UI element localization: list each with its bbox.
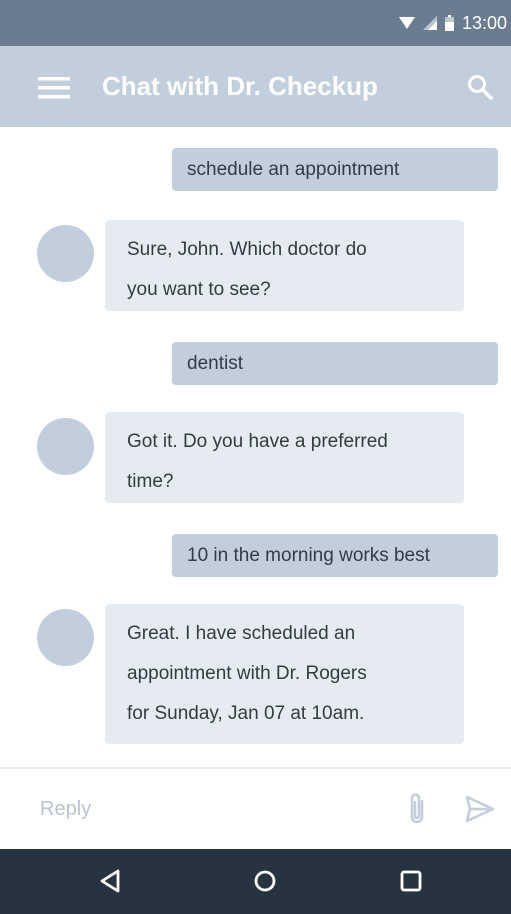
- bot-message-line: appointment with Dr. Rogers: [127, 663, 367, 684]
- bot-message-line: Great. I have scheduled an: [127, 623, 356, 644]
- home-icon[interactable]: [248, 864, 282, 898]
- bot-message: Got it. Do you have a preferred time?: [105, 412, 464, 503]
- bot-message-line: you want to see?: [127, 279, 271, 300]
- wifi-icon: [398, 17, 415, 29]
- recents-icon[interactable]: [394, 864, 428, 898]
- user-message: 10 in the morning works best: [172, 534, 498, 577]
- bot-message-line: for Sunday, Jan 07 at 10am.: [127, 703, 365, 724]
- user-message: schedule an appointment: [172, 148, 498, 191]
- status-time: 13:00: [461, 12, 507, 33]
- hamburger-menu-icon[interactable]: [38, 77, 70, 99]
- bot-message: Sure, John. Which doctor do you want to …: [105, 220, 464, 311]
- avatar: [37, 418, 94, 475]
- bot-message-line: Got it. Do you have a preferred: [127, 431, 388, 452]
- status-icons: 13:00: [398, 0, 507, 46]
- search-icon[interactable]: [467, 74, 493, 100]
- avatar: [37, 609, 94, 666]
- paperclip-icon[interactable]: [407, 792, 427, 826]
- reply-input[interactable]: [36, 787, 384, 831]
- bot-message: Great. I have scheduled an appointment w…: [105, 604, 464, 744]
- app-bar: Chat with Dr. Checkup: [0, 46, 511, 127]
- chat-screen: 13:00 Chat with Dr. Checkup schedule an …: [0, 0, 511, 914]
- status-bar: 13:00: [0, 0, 511, 46]
- page-title: Chat with Dr. Checkup: [102, 71, 378, 101]
- avatar: [37, 225, 94, 282]
- nav-bar: [0, 849, 511, 914]
- bot-message-line: Sure, John. Which doctor do: [127, 239, 367, 260]
- send-icon[interactable]: [466, 796, 494, 822]
- signal-icon: [422, 16, 437, 30]
- battery-icon: [444, 15, 454, 31]
- back-icon[interactable]: [94, 864, 128, 898]
- chat-messages: schedule an appointment Sure, John. Whic…: [0, 127, 511, 767]
- reply-bar: [0, 769, 511, 849]
- bot-message-line: time?: [127, 471, 174, 492]
- user-message: dentist: [172, 342, 498, 385]
